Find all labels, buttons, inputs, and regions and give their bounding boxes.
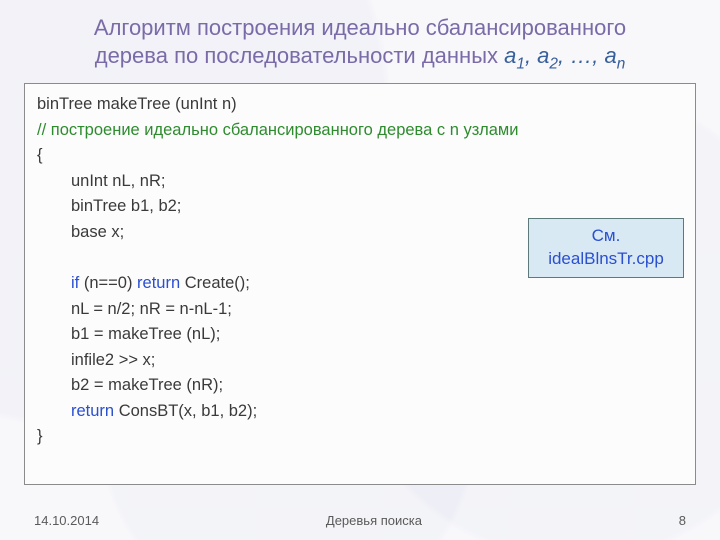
keyword-return: return	[71, 402, 114, 420]
code-text: binTree b1, b2;	[71, 197, 181, 215]
footer-page: 8	[679, 513, 686, 528]
code-line: b2 = makeTree (nR);	[37, 373, 683, 399]
code-text: unInt nL, nR;	[71, 172, 165, 190]
footer: 14.10.2014 Деревья поиска 8	[0, 513, 720, 528]
code-line: binTree b1, b2;	[37, 194, 683, 220]
code-line: unInt nL, nR;	[37, 169, 683, 195]
code-text: b1 = makeTree (nL);	[71, 325, 220, 343]
code-line: return ConsBT(x, b1, b2);	[37, 399, 683, 425]
code-comment: // построение идеально сбалансированного…	[37, 118, 683, 144]
code-text: nL = n/2; nR = n-nL-1;	[71, 300, 232, 318]
slide-title: Алгоритм построения идеально сбалансиров…	[24, 0, 696, 73]
keyword-if: if	[71, 274, 79, 292]
code-text: infile2 >> x;	[71, 351, 155, 369]
code-text: ConsBT(x, b1, b2);	[114, 402, 257, 420]
slide: Алгоритм построения идеально сбалансиров…	[0, 0, 720, 540]
code-text: Create();	[180, 274, 250, 292]
code-line: }	[37, 424, 683, 450]
note-line2: idealBlnsTr.cpp	[548, 249, 664, 268]
title-sequence: a1, a2, …, an	[504, 43, 625, 68]
code-line: b1 = makeTree (nL);	[37, 322, 683, 348]
code-line: nL = n/2; nR = n-nL-1;	[37, 297, 683, 323]
code-text: (n==0)	[79, 274, 137, 292]
code-line: binTree makeTree (unInt n)	[37, 92, 683, 118]
title-line1: Алгоритм построения идеально сбалансиров…	[94, 15, 626, 40]
footer-subject: Деревья поиска	[69, 513, 679, 528]
reference-note: См. idealBlnsTr.cpp	[528, 218, 684, 278]
code-line: infile2 >> x;	[37, 348, 683, 374]
code-text: b2 = makeTree (nR);	[71, 376, 223, 394]
title-line2-pre: дерева по последовательности данных	[95, 43, 504, 68]
code-line: {	[37, 143, 683, 169]
code-text: base x;	[71, 223, 124, 241]
code-block: binTree makeTree (unInt n) // построение…	[24, 83, 696, 485]
note-line1: См.	[592, 226, 621, 245]
keyword-return: return	[137, 274, 180, 292]
